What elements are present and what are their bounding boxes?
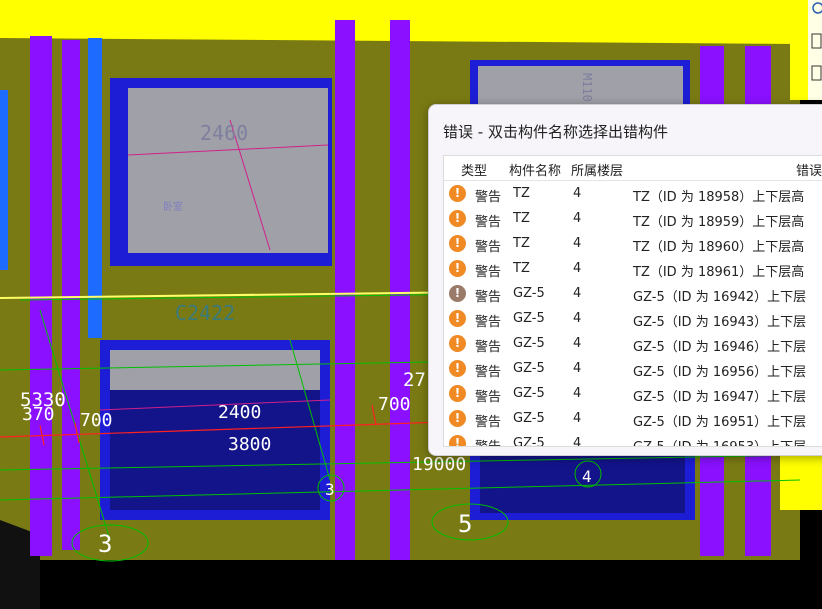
row-name[interactable]: GZ-5 [513,411,545,426]
dim-370: 370 [22,404,55,425]
window-code-label: C2422 [175,301,235,325]
row-type: 警告 [475,240,502,255]
table-row[interactable]: ! 警告 GZ-5 4 GZ-5（ID 为 16942）上下层 [444,281,822,306]
dim-2400: 2400 [218,402,261,423]
row-message: GZ-5（ID 为 16951）上下层 [633,415,807,430]
row-name[interactable]: GZ-5 [513,436,545,446]
table-row[interactable]: ! 警告 GZ-5 4 GZ-5（ID 为 16947）上下层 [444,381,822,406]
warning-icon: ! [449,185,466,202]
row-message: GZ-5（ID 为 16946）上下层 [633,340,807,355]
warning-icon: ! [449,285,466,302]
row-type: 警告 [475,340,502,355]
dim-700-right: 700 [378,394,411,415]
window-glass-lower-1 [110,350,320,390]
axis-label-3-large: 3 [98,530,112,558]
row-name[interactable]: GZ-5 [513,336,545,351]
row-floor: 4 [573,386,582,401]
table-row[interactable]: ! 警告 TZ 4 TZ（ID 为 18959）上下层高 [444,206,822,231]
row-type: 警告 [475,415,502,430]
row-message: TZ（ID 为 18958）上下层高 [633,190,805,205]
dim-700-left: 700 [80,410,113,431]
column-blue-edge [0,90,8,270]
row-floor: 4 [573,261,582,276]
axis-label-4: 4 [582,467,592,486]
table-row[interactable]: ! 警告 GZ-5 4 GZ-5（ID 为 16951）上下层 [444,406,822,431]
row-floor: 4 [573,336,582,351]
table-row[interactable]: ! 警告 GZ-5 4 GZ-5（ID 为 16956）上下层 [444,356,822,381]
row-name[interactable]: TZ [513,211,530,226]
column-header-floor[interactable]: 所属楼层 [571,160,623,179]
warning-icon: ! [449,210,466,227]
warning-icon: ! [449,260,466,277]
row-message: GZ-5（ID 为 16943）上下层 [633,315,807,330]
row-type: 警告 [475,436,501,446]
dim-3800: 3800 [228,434,271,455]
dim-19000: 19000 [412,454,466,475]
room-note: 卧室 [163,200,183,213]
dialog-title: 错误 - 双击构件名称选择出错构件 [443,123,668,141]
row-name[interactable]: TZ [513,236,530,251]
column-2 [62,40,80,550]
row-floor: 4 [573,211,582,226]
row-type: 警告 [475,190,502,205]
row-message: GZ-5（ID 为 16942）上下层 [633,290,807,305]
side-toolbar [808,0,822,100]
row-name[interactable]: GZ-5 [513,386,545,401]
column-header-name[interactable]: 构件名称 [509,160,561,179]
row-name[interactable]: GZ-5 [513,286,545,301]
dim-window-top: 2460 [200,121,248,145]
row-type: 警告 [475,390,502,405]
table-row[interactable]: ! 警告 GZ-5 4 GZ-5（ID 为 16953）上下层 [444,431,822,447]
warning-icon: ! [449,235,466,252]
warning-icon: ! [449,410,466,427]
row-floor: 4 [573,236,582,251]
table-row[interactable]: ! 警告 TZ 4 TZ（ID 为 18960）上下层高 [444,231,822,256]
row-message: TZ（ID 为 18959）上下层高 [633,215,805,230]
row-name[interactable]: GZ-5 [513,311,545,326]
row-floor: 4 [573,411,582,426]
window-glass-upper-1 [128,88,328,253]
warning-icon: ! [449,385,466,402]
axis-label-3-small: 3 [325,480,335,499]
dim-27: 27 [403,369,426,391]
column-header-type[interactable]: 类型 [461,160,487,179]
column-blue-1 [88,38,102,338]
row-type: 警告 [475,215,502,230]
row-name[interactable]: TZ [513,186,530,201]
row-floor: 4 [573,311,582,326]
error-table[interactable]: 类型 构件名称 所属楼层 错误 ! 警告 TZ 4 TZ（ID 为 18958）上下层高… [443,155,822,447]
warning-icon: ! [449,335,466,352]
row-floor: 4 [573,286,582,301]
column-3 [335,20,355,560]
table-row[interactable]: ! 警告 TZ 4 TZ（ID 为 18961）上下层高 [444,256,822,281]
table-header: 类型 构件名称 所属楼层 错误 [444,156,822,181]
row-floor: 4 [573,361,582,376]
column-1 [30,36,52,556]
table-row[interactable]: ! 警告 GZ-5 4 GZ-5（ID 为 16946）上下层 [444,331,822,356]
column-header-message[interactable]: 错误 [796,160,822,179]
row-type: 警告 [475,265,502,280]
warning-icon: ! [449,435,466,446]
row-type: 警告 [475,290,502,305]
axis-label-5: 5 [458,510,472,538]
row-message: TZ（ID 为 18961）上下层高 [633,265,805,280]
warning-icon: ! [449,360,466,377]
row-message: GZ-5（ID 为 16956）上下层 [633,365,807,380]
table-row[interactable]: ! 警告 GZ-5 4 GZ-5（ID 为 16943）上下层 [444,306,822,331]
row-message: GZ-5（ID 为 16947）上下层 [633,390,807,405]
row-type: 警告 [475,365,502,380]
row-floor: 4 [573,186,582,201]
row-floor: 4 [573,436,582,447]
top-vertical-code: M110 [580,73,594,102]
row-message: GZ-5（ID 为 16953）上下层 [633,436,806,446]
error-rows: ! 警告 TZ 4 TZ（ID 为 18958）上下层高! 警告 TZ 4 TZ（ID 为 18… [444,181,822,447]
warning-icon: ! [449,310,466,327]
row-name[interactable]: TZ [513,261,530,276]
row-name[interactable]: GZ-5 [513,361,545,376]
column-4 [390,20,410,560]
row-type: 警告 [475,315,502,330]
error-dialog[interactable]: 错误 - 双击构件名称选择出错构件 类型 构件名称 所属楼层 错误 ! 警告 TZ 4… [428,104,822,456]
row-message: TZ（ID 为 18960）上下层高 [633,240,805,255]
table-row[interactable]: ! 警告 TZ 4 TZ（ID 为 18958）上下层高 [444,181,822,206]
